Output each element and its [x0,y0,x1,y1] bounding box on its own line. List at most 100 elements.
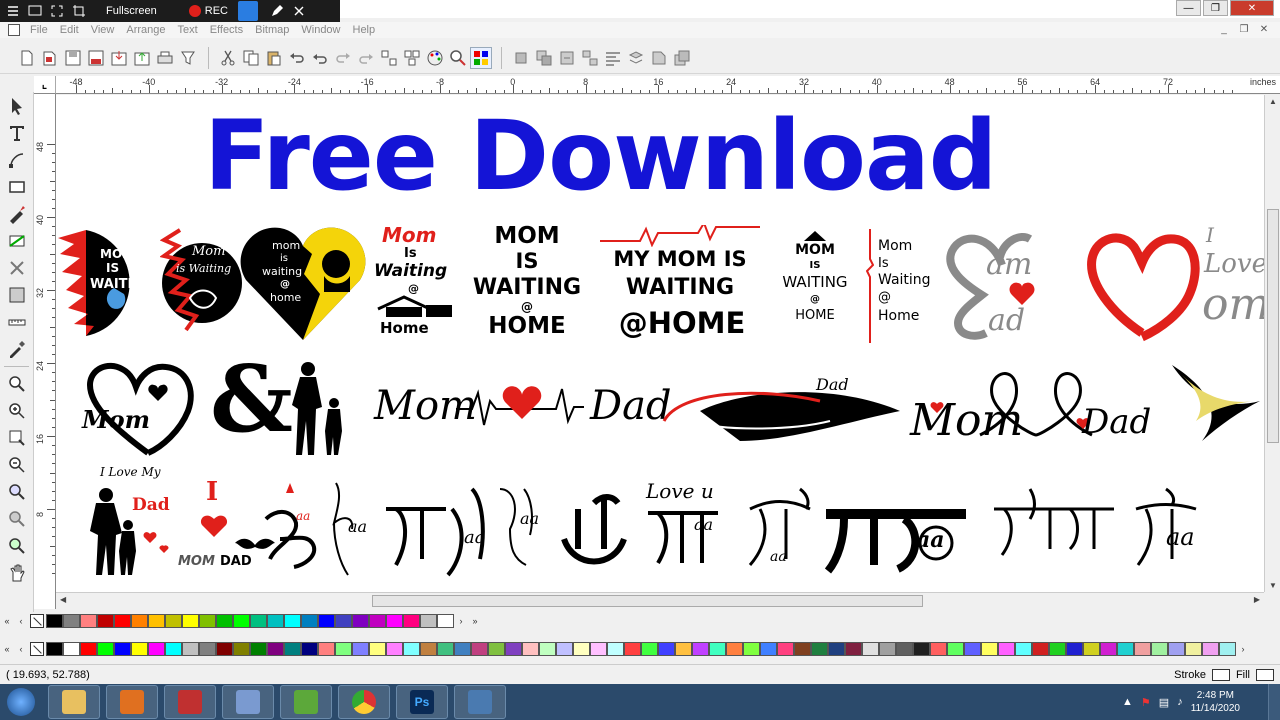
color-swatch[interactable] [811,642,828,656]
color-swatch[interactable] [964,642,981,656]
palette-next-icon[interactable]: › [454,616,468,626]
horizontal-ruler[interactable]: inches -48 -40 -32 -24 -16 -8 0 8 16 24 32 40 48 56 64… [56,76,1280,94]
color-swatch[interactable] [318,642,335,656]
color-swatch[interactable] [1185,642,1202,656]
palette-prev-icon[interactable]: ‹ [14,644,28,654]
color-swatch[interactable] [998,642,1015,656]
color-swatch[interactable] [233,614,250,628]
color-swatch[interactable] [471,642,488,656]
color-swatch[interactable] [1151,642,1168,656]
pen-icon[interactable] [268,2,286,20]
to-back-icon[interactable] [533,47,555,69]
new-icon[interactable] [16,47,38,69]
color-swatch[interactable] [981,642,998,656]
zoom-icon[interactable] [447,47,469,69]
print-merge-icon[interactable] [177,47,199,69]
color-swatch[interactable] [182,642,199,656]
webcam-icon[interactable] [237,1,258,21]
color-swatch[interactable] [1032,642,1049,656]
color-swatch[interactable] [63,614,80,628]
menu-file[interactable]: File [30,24,48,36]
paste-icon[interactable] [263,47,285,69]
color-swatch[interactable] [165,614,182,628]
align-icon[interactable] [602,47,624,69]
color-swatch[interactable] [1083,642,1100,656]
color-swatch[interactable] [386,642,403,656]
zoom-out-icon[interactable] [3,452,31,478]
color-swatch[interactable] [165,642,182,656]
color-swatch[interactable] [454,642,471,656]
doc-restore-button[interactable]: ❐ [1236,23,1252,36]
pick-tool-icon[interactable] [3,93,31,119]
show-hidden-icon[interactable]: ▲ [1122,696,1133,708]
fill-swatch[interactable] [1256,668,1274,681]
design-my-mom-is-waiting-heartbeat[interactable]: MY MOM IS WAITING @HOME [598,225,762,345]
forward-one-icon[interactable] [556,47,578,69]
minimize-button[interactable]: — [1176,0,1201,16]
design-maa-calligraphy-1[interactable]: aa [260,479,324,579]
ruler-origin[interactable]: ⌞ [34,76,56,94]
combine-icon[interactable] [625,47,647,69]
palette-next-icon[interactable]: › [1236,644,1250,654]
to-front-icon[interactable] [510,47,532,69]
color-swatch[interactable] [726,642,743,656]
taskbar-explorer[interactable] [48,685,100,719]
fill-tool-icon[interactable] [3,228,31,254]
color-swatch[interactable] [505,642,522,656]
color-swatch[interactable] [301,614,318,628]
color-swatch[interactable] [1066,642,1083,656]
ungroup-icon[interactable] [401,47,423,69]
color-swatch[interactable] [913,642,930,656]
show-desktop-button[interactable] [1268,684,1280,720]
zoom-fit-icon[interactable] [3,533,31,559]
color-swatch[interactable] [1219,642,1236,656]
color-swatch[interactable] [607,642,624,656]
design-maa-calligraphy-6[interactable]: aa [740,479,824,579]
color-swatch[interactable] [114,642,131,656]
zoom-in-icon[interactable] [3,398,31,424]
redo-icon[interactable] [332,47,354,69]
taskbar-media-player[interactable] [106,685,158,719]
color-swatch[interactable] [46,614,63,628]
color-swatch[interactable] [182,614,199,628]
taskbar-app-window[interactable] [454,685,506,719]
design-mom-is-waiting-half-circle[interactable]: MOM IS WAITING [56,228,154,338]
menu-view[interactable]: View [91,24,115,36]
color-swatch[interactable] [760,642,777,656]
no-color-swatch[interactable] [30,614,44,628]
maximize-button[interactable]: ❐ [1203,0,1228,16]
palette-last-icon[interactable]: » [468,616,482,626]
color-swatch[interactable] [386,614,403,628]
save-icon[interactable] [62,47,84,69]
color-swatch[interactable] [267,642,284,656]
artistic-media-icon[interactable] [3,201,31,227]
color-swatch[interactable] [318,614,335,628]
color-swatch[interactable] [114,614,131,628]
color-swatch[interactable] [131,614,148,628]
document-icon[interactable] [8,24,20,36]
save-all-icon[interactable] [85,47,107,69]
design-mom-dad-heart-script[interactable]: Mom Dad [910,365,1166,449]
color-swatch[interactable] [1202,642,1219,656]
color-swatch[interactable] [250,642,267,656]
color-swatch[interactable] [1049,642,1066,656]
scroll-down-icon[interactable]: ▼ [1269,581,1277,590]
color-swatch[interactable] [879,642,896,656]
design-maa-calligraphy-2[interactable]: aa [326,479,380,579]
menu-effects[interactable]: Effects [210,24,243,36]
menu-window[interactable]: Window [301,24,340,36]
design-mom-heart-outline[interactable]: Mom [78,361,202,457]
text-tool-icon[interactable] [3,120,31,146]
color-swatch[interactable] [403,642,420,656]
color-swatch[interactable] [1015,642,1032,656]
stroke-swatch[interactable] [1211,668,1230,681]
color-swatch[interactable] [216,614,233,628]
design-mom-is-waiting-bunting[interactable]: MOM IS WAITING @ HOME [772,229,858,347]
transparency-tool-icon[interactable] [3,282,31,308]
shape-tool-icon[interactable] [3,147,31,173]
zoom-all-icon[interactable] [3,479,31,505]
color-swatch[interactable] [335,642,352,656]
color-palette-icon[interactable] [424,47,446,69]
color-swatch[interactable] [420,614,437,628]
color-swatch[interactable] [522,642,539,656]
